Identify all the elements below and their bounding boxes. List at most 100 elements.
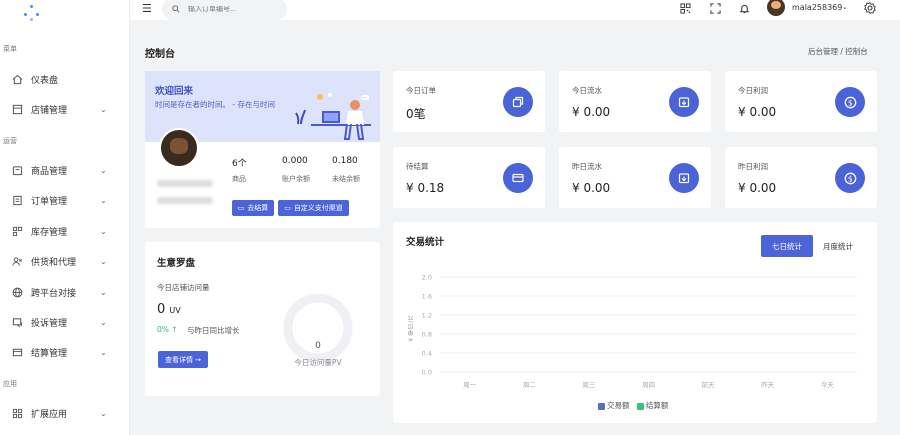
stat-unsettled-label: 未结余额 bbox=[332, 175, 360, 183]
settings-icon[interactable] bbox=[864, 2, 876, 14]
sidebar-item-store[interactable]: 店铺管理 ⌄ bbox=[0, 94, 130, 124]
sidebar-item-complaints[interactable]: 投诉管理 ⌄ bbox=[0, 307, 130, 337]
goods-icon bbox=[11, 164, 23, 176]
settle-button[interactable]: ▭ 去结算 bbox=[232, 200, 274, 216]
bell-icon[interactable] bbox=[738, 2, 750, 14]
card-icon bbox=[503, 163, 533, 193]
gauge-value: 0 bbox=[315, 341, 321, 351]
group-label-apps: 应用 bbox=[3, 380, 17, 388]
sidebar-item-orders[interactable]: 订单管理 ⌄ bbox=[0, 185, 130, 215]
x-tick-label: 周四 bbox=[642, 381, 655, 389]
metric-value: ¥ 0.00 bbox=[738, 105, 777, 119]
complaint-icon bbox=[11, 316, 23, 328]
visits-label: 今日店铺访问量 bbox=[157, 283, 210, 292]
pv-gauge bbox=[283, 293, 353, 363]
supplier-icon bbox=[11, 255, 23, 267]
stat-goods-value: 6个 bbox=[232, 159, 247, 169]
growth-value: 0% ↑ bbox=[157, 325, 178, 334]
chevron-down-icon: ⌄ bbox=[100, 408, 107, 418]
compass-title: 生意罗盘 bbox=[157, 258, 196, 269]
settlement-icon bbox=[11, 346, 23, 358]
legend-swatch bbox=[636, 402, 644, 410]
stat-goods-label: 商品 bbox=[232, 175, 246, 183]
metric-title: 昨日利润 bbox=[738, 162, 768, 171]
chevron-down-icon: ⌄ bbox=[100, 165, 107, 175]
chevron-down-icon: ⌄ bbox=[100, 226, 107, 236]
chevron-down-icon: ⌄ bbox=[100, 317, 107, 327]
metric-title: 今日订单 bbox=[406, 86, 436, 95]
metric-value: 0笔 bbox=[406, 107, 426, 121]
legend-item-settle[interactable]: 结算额 bbox=[636, 401, 668, 410]
inventory-icon bbox=[11, 225, 23, 237]
custom-payment-label: 自定义支付渠道 bbox=[293, 204, 343, 212]
chevron-down-icon[interactable]: ⌄ bbox=[842, 3, 848, 11]
settle-button-label: 去结算 bbox=[247, 204, 269, 212]
chevron-down-icon: ⌄ bbox=[100, 104, 107, 114]
sidebar-item-supplier[interactable]: 供货和代理 ⌄ bbox=[0, 246, 130, 276]
y-tick-label: 0.8 bbox=[422, 331, 432, 339]
metric-card-today-flow: 今日流水 ¥ 0.00 bbox=[559, 71, 711, 132]
welcome-desc: 时间是存在者的时间。 - 存在与时间 bbox=[155, 100, 275, 109]
welcome-illustration: ··· bbox=[295, 93, 371, 140]
stat-unsettled-value: 0.180 bbox=[332, 156, 358, 166]
globe-icon bbox=[11, 286, 23, 298]
custom-payment-button[interactable]: ▭ 自定义支付渠道 bbox=[278, 200, 349, 216]
metric-card-yesterday-profit: 昨日利润 ¥ 0.00 $ bbox=[725, 147, 877, 208]
metric-card-today-profit: 今日利润 ¥ 0.00 $ bbox=[725, 71, 877, 132]
x-tick-label: 周三 bbox=[582, 381, 596, 389]
apps-icon bbox=[11, 407, 23, 419]
topbar: ☰ mala258369 ⌄ bbox=[130, 0, 900, 20]
legend-label: 交易额 bbox=[607, 401, 630, 410]
sidebar-item-extensions[interactable]: 扩展应用 ⌄ bbox=[0, 398, 130, 428]
store-icon bbox=[11, 103, 23, 115]
sidebar-item-inventory[interactable]: 库存管理 ⌄ bbox=[0, 216, 130, 246]
growth-label: 与昨日同比增长 bbox=[187, 326, 240, 335]
sidebar-item-settlement[interactable]: 结算管理 ⌄ bbox=[0, 337, 130, 367]
sidebar-item-dashboard[interactable]: 仪表盘 bbox=[0, 64, 130, 94]
gauge-label: 今日访问量PV bbox=[294, 358, 342, 367]
metric-card-pending: 待结算 ¥ 0.18 bbox=[393, 147, 545, 208]
breadcrumb: 后台管理 / 控制台 bbox=[808, 47, 868, 56]
sidebar-item-label: 库存管理 bbox=[31, 227, 68, 238]
svg-text:$: $ bbox=[847, 174, 852, 183]
x-tick-label: 周二 bbox=[523, 381, 537, 389]
y-tick-label: 1.2 bbox=[422, 312, 432, 320]
chevron-down-icon: ⌄ bbox=[100, 287, 107, 297]
sidebar-item-label: 扩展应用 bbox=[31, 409, 68, 420]
sidebar-item-goods[interactable]: 商品管理 ⌄ bbox=[0, 155, 130, 185]
group-label-ops: 运营 bbox=[3, 137, 17, 145]
wallet-icon bbox=[669, 163, 699, 193]
page-title: 控制台 bbox=[145, 49, 175, 60]
metric-value: ¥ 0.00 bbox=[572, 181, 611, 195]
search-input[interactable] bbox=[188, 5, 278, 13]
search-box[interactable] bbox=[162, 0, 287, 20]
avatar[interactable] bbox=[767, 0, 785, 16]
metric-title: 待结算 bbox=[406, 162, 429, 171]
stat-balance-label: 账户余额 bbox=[282, 175, 310, 183]
group-label-menu: 菜单 bbox=[3, 45, 17, 53]
order-icon bbox=[11, 194, 23, 206]
home-icon bbox=[11, 73, 23, 85]
trade-chart: 0.0 0.4 0.8 1.2 1.6 2.0 周一 周二 周三 周四 前天 昨天 今天 bbox=[422, 274, 857, 389]
username[interactable]: mala258369 bbox=[792, 3, 842, 12]
order-box-icon bbox=[503, 87, 533, 117]
sidebar-item-cross-platform[interactable]: 跨平台对接 ⌄ bbox=[0, 277, 130, 307]
qrcode-icon[interactable] bbox=[679, 2, 691, 14]
x-tick-label: 前天 bbox=[702, 380, 716, 389]
legend-item-trade[interactable]: 交易额 bbox=[598, 401, 630, 410]
sidebar-item-label: 订单管理 bbox=[31, 196, 68, 207]
blurred-info bbox=[157, 197, 213, 204]
compass-card: 生意罗盘 今日店铺访问量 0 UV 0% ↑ 与昨日同比增长 查看详情 → 0 … bbox=[145, 242, 380, 396]
metric-value: ¥ 0.00 bbox=[738, 181, 777, 195]
search-icon bbox=[172, 5, 180, 13]
metric-value: ¥ 0.00 bbox=[572, 105, 611, 119]
uv-unit: UV bbox=[169, 306, 181, 315]
fullscreen-icon[interactable] bbox=[709, 2, 721, 14]
coin-icon: $ bbox=[835, 87, 865, 117]
view-details-button[interactable]: 查看详情 → bbox=[158, 351, 208, 368]
menu-toggle-icon[interactable]: ☰ bbox=[142, 2, 152, 15]
profile-avatar bbox=[159, 128, 199, 168]
y-tick-label: 0.4 bbox=[422, 350, 432, 358]
sidebar-item-label: 仪表盘 bbox=[31, 75, 59, 86]
metric-title: 今日利润 bbox=[738, 86, 768, 95]
